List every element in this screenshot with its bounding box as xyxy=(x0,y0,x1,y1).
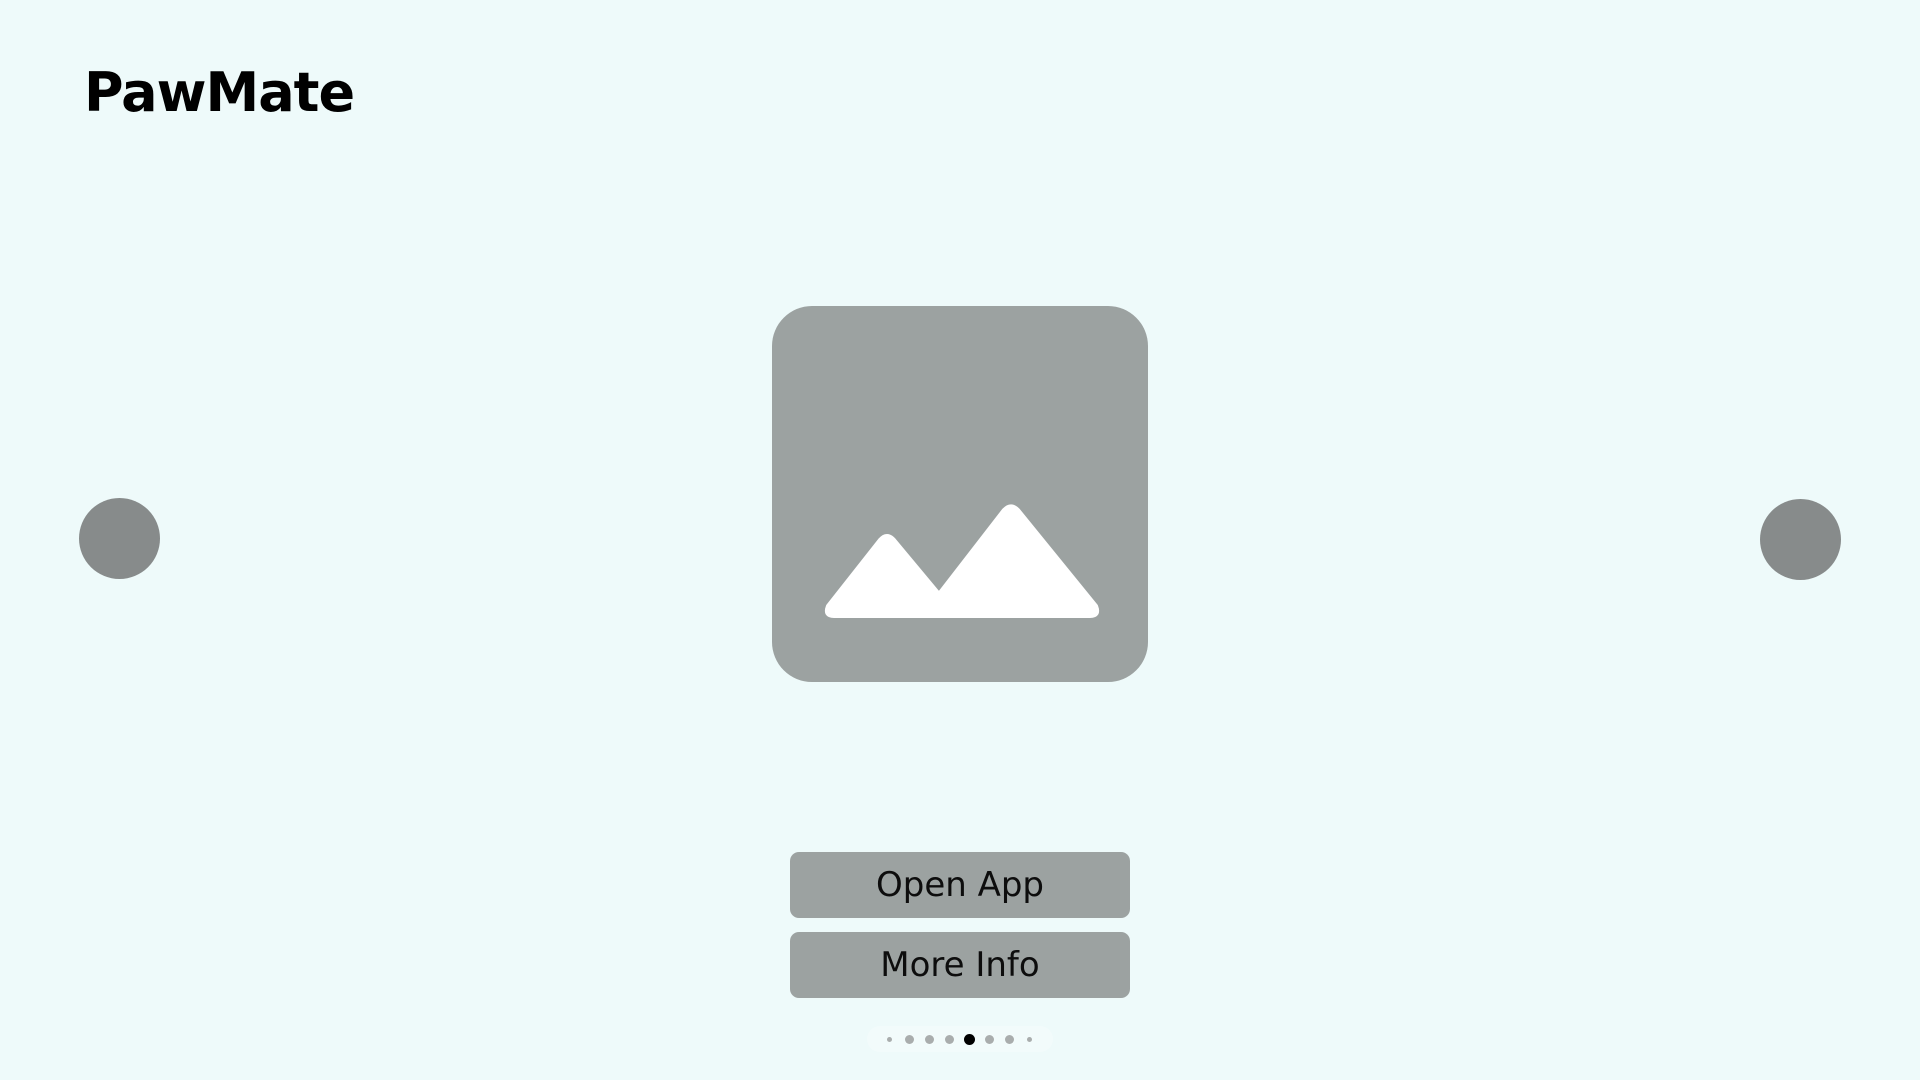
previous-button[interactable] xyxy=(79,498,160,579)
page-dot[interactable] xyxy=(1026,1036,1032,1042)
page-dot-active[interactable] xyxy=(963,1033,975,1045)
page-dot[interactable] xyxy=(886,1036,892,1042)
page-dot[interactable] xyxy=(944,1034,954,1044)
page-dot[interactable] xyxy=(1004,1034,1014,1044)
next-button[interactable] xyxy=(1760,499,1841,580)
image-placeholder-icon xyxy=(824,504,1100,618)
page-dot[interactable] xyxy=(924,1034,934,1044)
app-title: PawMate xyxy=(84,61,355,124)
page-dot[interactable] xyxy=(904,1034,914,1044)
hero-image-placeholder xyxy=(772,306,1148,682)
open-app-button[interactable]: Open App xyxy=(790,852,1130,918)
page-dot[interactable] xyxy=(984,1034,994,1044)
page-indicator[interactable] xyxy=(867,1026,1053,1052)
more-info-button[interactable]: More Info xyxy=(790,932,1130,998)
tv-app-detail-screen: PawMate Open App More Info xyxy=(0,0,1920,1080)
